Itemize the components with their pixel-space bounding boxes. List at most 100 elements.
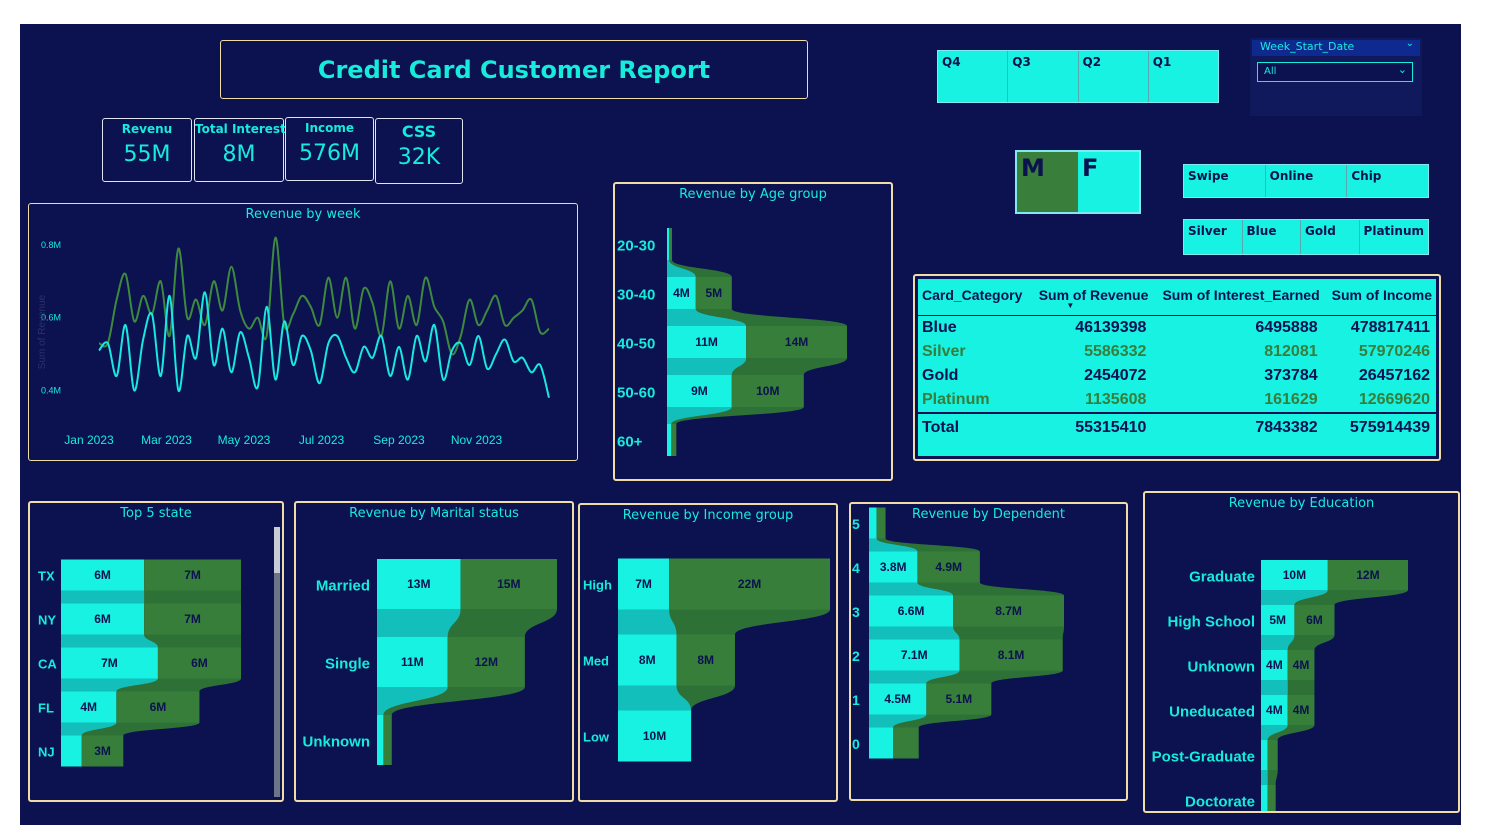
value-cell: 5586332 [1084, 343, 1147, 360]
data-label: 10M [756, 384, 779, 398]
week-start-date-dropdown[interactable]: All ⌄ [1257, 62, 1413, 82]
slicer-item-female[interactable]: F [1078, 152, 1139, 212]
bar-cyan [61, 735, 82, 767]
data-label: 6M [1306, 613, 1323, 627]
data-label: 10M [643, 729, 666, 743]
slicer-item-quarter[interactable]: Q2 [1079, 51, 1149, 102]
week-start-date-header: Week_Start_Date ⌄ [1252, 38, 1420, 56]
y-axis-label: Sum of Revenue [37, 294, 48, 369]
top-5-state-panel: Top 5 state TX 6M 7M NY 6M 7M CA 7M 6M FL 4M 6M NJ 3M [28, 501, 284, 802]
slicer-item-use-chip[interactable]: Swipe [1184, 165, 1266, 197]
data-label: 7M [184, 612, 201, 626]
x-tick-label: Mar 2023 [141, 433, 192, 447]
x-tick-label: Nov 2023 [451, 433, 503, 447]
total-cell: 575914439 [1349, 419, 1430, 436]
category-label: 1 [852, 692, 860, 708]
slicer-item-quarter[interactable]: Q1 [1149, 51, 1218, 102]
data-label: 5.1M [946, 692, 973, 706]
y-tick-label: 0.4M [41, 386, 61, 396]
chevron-down-icon: ⌄ [1397, 63, 1407, 76]
data-label: 5M [705, 286, 722, 300]
x-tick-label: Jan 2023 [64, 433, 114, 447]
scrollbar-track[interactable] [274, 527, 280, 797]
category-label: Graduate [1189, 569, 1255, 586]
card-category-table: Card_Category Sum of Revenue ▼ Sum of Int… [918, 279, 1436, 440]
bar-cyan [869, 727, 894, 759]
card-category-cell: Gold [922, 367, 959, 384]
data-label: 3M [94, 744, 111, 758]
kpi-value: 8M [222, 142, 256, 167]
slicer-item-use-chip[interactable]: Chip [1347, 165, 1428, 197]
slicer-item-male[interactable]: M [1017, 152, 1078, 212]
category-label: Uneducated [1169, 704, 1255, 721]
data-label: 6M [191, 656, 208, 670]
card-category-cell: Platinum [922, 391, 990, 408]
slicer-item-card-category[interactable]: Silver [1184, 220, 1243, 254]
category-label: 40-50 [617, 336, 655, 353]
category-label: NY [38, 613, 56, 628]
bar-green [669, 228, 673, 260]
category-label: Single [325, 656, 370, 673]
slicer-item-card-category[interactable]: Blue [1243, 220, 1302, 254]
slicer-item-quarter[interactable]: Q3 [1008, 51, 1079, 102]
data-label: 7.1M [901, 648, 928, 662]
slicer-item-use-chip[interactable]: Online [1266, 165, 1348, 197]
value-cell: 373784 [1264, 367, 1318, 384]
table-row: Silver 5586332 812081 57970246 [918, 340, 1436, 364]
category-label: FL [38, 701, 54, 716]
kpi-card-css: CSS 32K [375, 118, 463, 184]
quarter-slicer[interactable]: Q4 Q3 Q2 Q1 [937, 50, 1219, 103]
ribbon-cyan [1261, 680, 1288, 695]
data-label: 22M [738, 577, 761, 591]
category-label: 20-30 [617, 238, 655, 255]
data-label: 8.7M [995, 604, 1022, 618]
card-category-slicer[interactable]: Silver Blue Gold Platinum [1183, 219, 1429, 255]
data-label: 8M [639, 653, 656, 667]
value-cell: 46139398 [1075, 319, 1147, 336]
category-label: 4 [852, 560, 860, 576]
kpi-label: CSS [401, 122, 437, 141]
kpi-value: 32K [397, 145, 441, 170]
top-5-state-chart: TX 6M 7M NY 6M 7M CA 7M 6M FL 4M 6M NJ 3M [38, 559, 241, 767]
chevron-down-icon: ⌄ [1405, 38, 1414, 49]
bar-green [893, 727, 919, 759]
card-category-cell: Silver [922, 343, 966, 360]
revenue-by-dependent-chart: 5 4 3.8M 4.9M 3 6.6M 8.7M 2 7.1M 8.1M 1 4.5M 5.1M 0 [852, 507, 1064, 759]
data-label: 8M [697, 653, 714, 667]
data-label: 4M [1266, 658, 1283, 672]
data-label: 8.1M [998, 648, 1025, 662]
scrollbar-thumb[interactable] [274, 527, 280, 573]
category-label: 60+ [617, 434, 643, 451]
category-label: Low [583, 730, 610, 745]
week-start-date-label: Week_Start_Date [1260, 40, 1355, 53]
dropdown-value: All [1264, 66, 1277, 77]
ribbon-cyan [618, 609, 677, 635]
value-cell: 2454072 [1084, 367, 1147, 384]
category-label: TX [38, 569, 55, 584]
data-label: 6M [94, 612, 111, 626]
column-header[interactable]: Card_Category [918, 279, 1031, 316]
data-label: 6.6M [898, 604, 925, 618]
column-header[interactable]: Sum of Revenue ▼ [1030, 279, 1153, 316]
category-label: 50-60 [617, 385, 655, 402]
category-label: Unknown [303, 734, 371, 751]
data-label: 3.8M [880, 560, 907, 574]
use-chip-slicer[interactable]: Swipe Online Chip [1183, 164, 1429, 198]
revenue-by-week-panel: Revenue by week 0.4M 0.6M 0.8M Sum of Reven… [28, 203, 578, 461]
slicer-item-card-category[interactable]: Platinum [1360, 220, 1428, 254]
data-label: 11M [695, 335, 718, 349]
kpi-card-income: Income 576M [285, 117, 374, 181]
data-label: 4M [80, 700, 97, 714]
category-label: Med [583, 654, 609, 669]
kpi-label: Income [304, 121, 354, 135]
series-line-1 [98, 291, 550, 399]
revenue-by-week-chart: 0.4M0.6M0.8MSum of RevenueJan 2023 Mar 20… [37, 236, 550, 447]
column-header[interactable]: Sum of Income [1323, 279, 1436, 316]
revenue-by-age-group-panel: Revenue by Age group 20-30 30-40 4M 5M 40-50… [613, 182, 893, 481]
gender-slicer[interactable]: M F [1015, 150, 1141, 214]
column-header[interactable]: Sum of Interest_Earned [1152, 279, 1324, 316]
category-label: Married [316, 578, 370, 595]
bar-cyan [667, 424, 672, 456]
slicer-item-quarter[interactable]: Q4 [938, 51, 1009, 102]
slicer-item-card-category[interactable]: Gold [1301, 220, 1360, 254]
